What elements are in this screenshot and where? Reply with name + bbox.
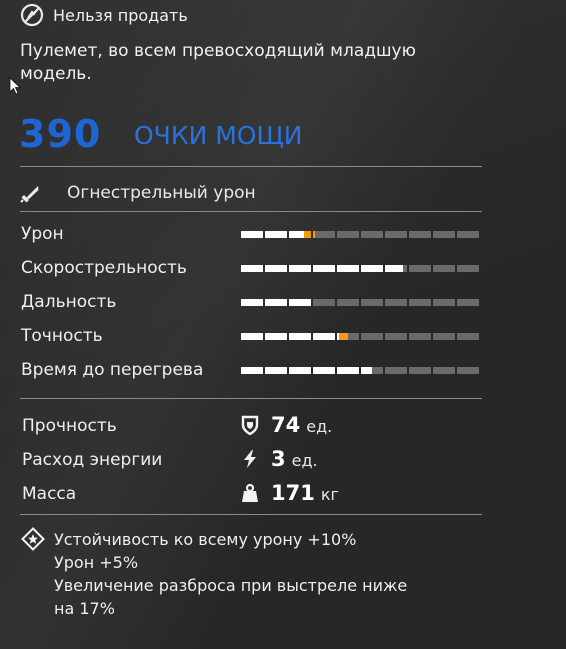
shield-icon [240, 415, 260, 436]
stat-bar-segment [265, 333, 287, 340]
stat-label-damage: Урон [21, 224, 64, 244]
stat-bar-segment [313, 299, 335, 306]
divider [20, 166, 482, 167]
bullet-icon [20, 182, 42, 204]
stat-bar-segment [457, 231, 479, 238]
weight-icon [240, 483, 260, 503]
stat-bar-segment [289, 299, 311, 306]
lightning-icon [240, 449, 260, 469]
stat-bar-segment [385, 231, 407, 238]
stat-bar-segment [289, 231, 311, 238]
energy-use-number: 3 [271, 447, 286, 471]
stat-label-accuracy: Точность [21, 326, 103, 346]
stat-bar-segment [433, 333, 455, 340]
property-value-energy-use: 3 ед. [240, 447, 318, 471]
divider [20, 398, 482, 399]
stat-bar-segment [433, 265, 455, 272]
stat-bar-segment [337, 367, 359, 374]
durability-unit: ед. [306, 417, 333, 436]
stat-bar-segment [289, 333, 311, 340]
star-diamond-icon [21, 527, 45, 551]
stat-bar-segment [265, 299, 287, 306]
stat-bar-segment [433, 231, 455, 238]
stat-bar-segment [361, 367, 383, 374]
stat-bar-segment [457, 333, 479, 340]
stat-bar-segment [241, 299, 263, 306]
stat-label-range: Дальность [21, 292, 117, 312]
stat-bar-segment [241, 265, 263, 272]
stat-bar-segment [385, 333, 407, 340]
stat-bar-segment [337, 333, 359, 340]
stat-bar-segment [337, 265, 359, 272]
bonus-line: на 17% [54, 599, 115, 618]
stat-bar-segment [409, 333, 431, 340]
property-label-mass: Масса [22, 484, 77, 504]
stat-bar-segment [265, 265, 287, 272]
mass-unit: кг [320, 485, 339, 504]
bonus-line: Устойчивость ко всему урону +10% [54, 530, 357, 549]
stat-bar-segment [409, 367, 431, 374]
stat-bar-segment [361, 299, 383, 306]
damage-type-label: Огнестрельный урон [67, 183, 256, 203]
property-value-durability: 74 ед. [240, 413, 332, 437]
power-score-value: 390 [19, 112, 102, 156]
damage-type-row: Огнестрельный урон [20, 180, 256, 206]
bonus-line: Урон +5% [54, 553, 139, 572]
stat-bar-segment [337, 231, 359, 238]
item-description: Пулемет, во всем превосходящий младшую м… [20, 41, 416, 84]
stat-bar-segment [313, 367, 335, 374]
stat-bar-fire-rate [241, 265, 481, 272]
stat-bar-segment [409, 299, 431, 306]
stat-bar-segment [433, 367, 455, 374]
stat-bar-segment [313, 265, 335, 272]
stat-bar-segment [385, 367, 407, 374]
stat-bar-segment [385, 265, 407, 272]
stat-bar-segment [361, 333, 383, 340]
stat-bar-segment [241, 231, 263, 238]
stat-bar-segment [241, 333, 263, 340]
stat-bar-damage [241, 231, 481, 238]
energy-use-unit: ед. [291, 451, 318, 470]
stat-bar-range [241, 299, 481, 306]
stat-bar-segment [265, 231, 287, 238]
stat-bar-segment [385, 299, 407, 306]
power-score-label: ОЧКИ МОЩИ [134, 121, 303, 150]
stat-bar-segment [241, 367, 263, 374]
stat-bar-overheat-time [241, 367, 481, 374]
stat-bar-segment [409, 231, 431, 238]
durability-number: 74 [271, 413, 301, 437]
mouse-cursor-icon [9, 77, 22, 95]
stat-bar-segment [265, 367, 287, 374]
property-label-energy-use: Расход энергии [22, 450, 163, 470]
stat-bar-segment [457, 367, 479, 374]
stat-bar-segment [457, 299, 479, 306]
stat-bar-segment [313, 231, 335, 238]
bonus-line: Увеличение разброса при выстреле ниже [54, 576, 408, 595]
stat-bar-accuracy [241, 333, 481, 340]
stat-bar-segment [433, 299, 455, 306]
mass-number: 171 [271, 481, 315, 505]
stat-bar-segment [313, 333, 335, 340]
stat-bar-segment [361, 231, 383, 238]
stat-bar-segment [361, 265, 383, 272]
stat-bar-segment [337, 299, 359, 306]
no-sell-icon [20, 3, 44, 27]
stat-bar-segment [409, 265, 431, 272]
stat-label-overheat-time: Время до перегрева [21, 360, 204, 380]
divider [20, 211, 482, 212]
stat-bar-segment [289, 367, 311, 374]
unsellable-tag: Нельзя продать [20, 3, 188, 27]
stat-bar-segment [457, 265, 479, 272]
stat-label-fire-rate: Скорострельность [21, 258, 187, 278]
bonus-list: Устойчивость ко всему урону +10% Урон +5… [54, 528, 494, 620]
stat-bar-segment [289, 265, 311, 272]
divider [20, 514, 482, 515]
property-label-durability: Прочность [22, 416, 117, 436]
property-value-mass: 171 кг [240, 481, 339, 505]
unsellable-label: Нельзя продать [53, 5, 188, 25]
